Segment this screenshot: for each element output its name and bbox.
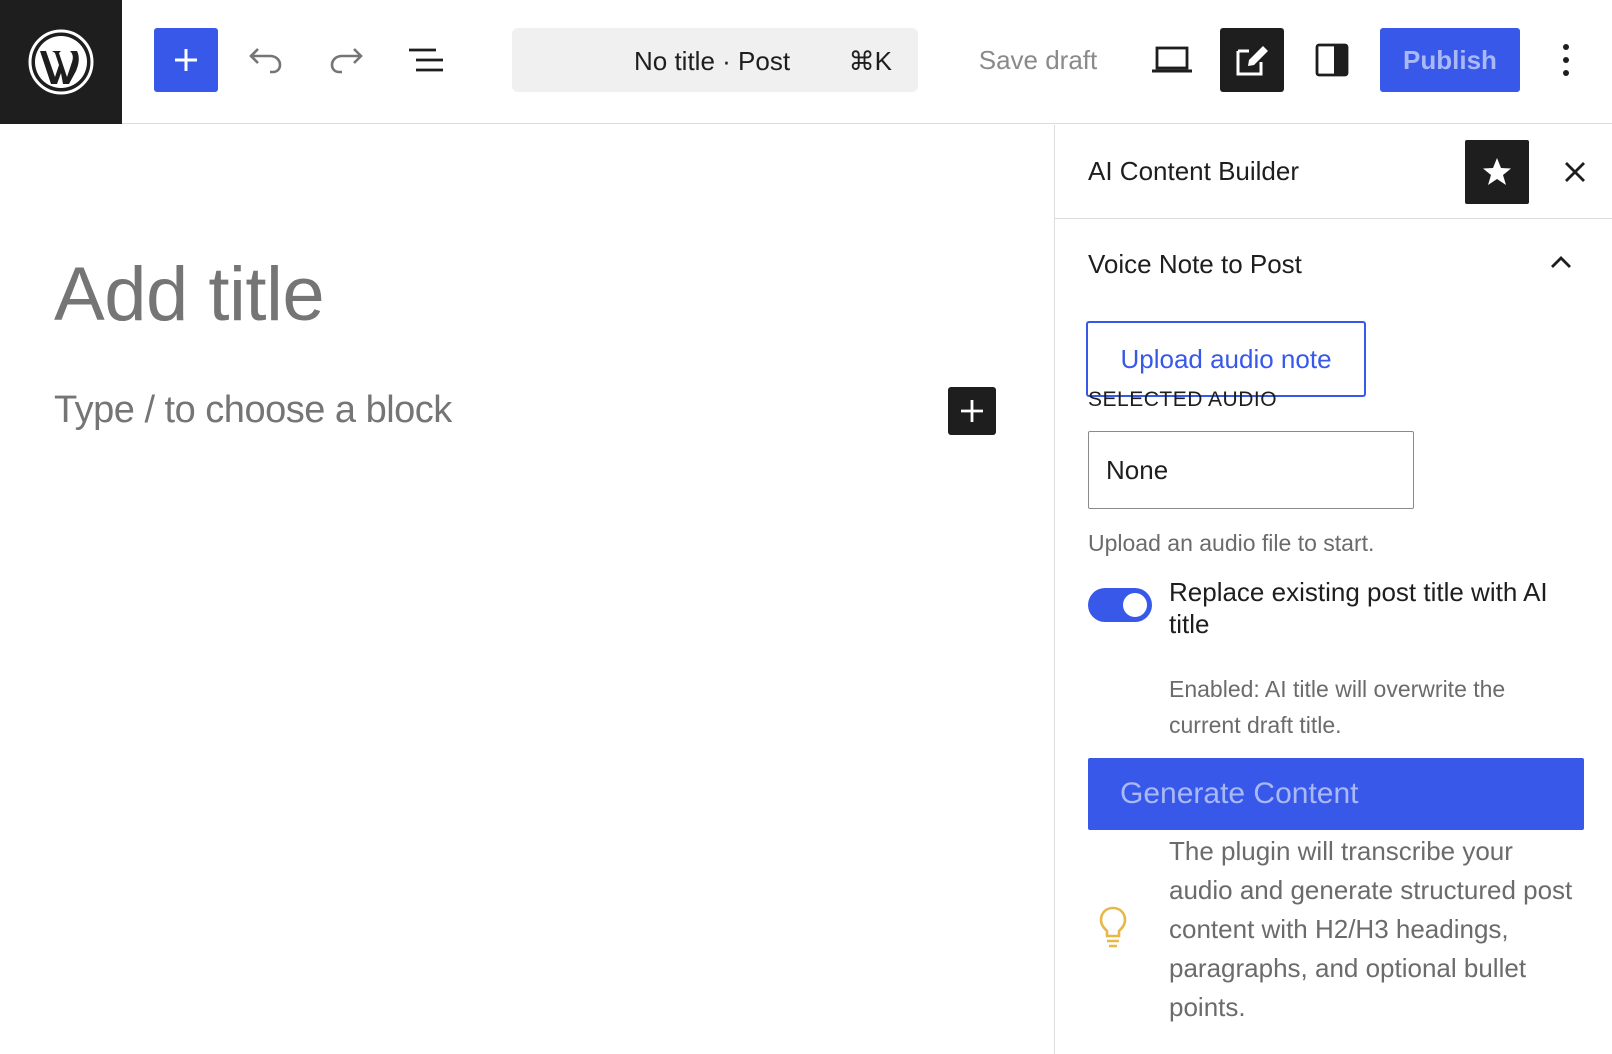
wordpress-logo-icon	[28, 29, 94, 95]
plugin-tip-text: The plugin will transcribe your audio an…	[1169, 836, 1573, 1022]
lightbulb-icon	[1099, 906, 1127, 948]
sidebar-title: AI Content Builder	[1088, 156, 1300, 186]
redo-button[interactable]	[314, 28, 378, 92]
toggle-knob	[1123, 593, 1147, 617]
generate-content-button[interactable]: Generate Content	[1088, 758, 1584, 830]
panel-title: Voice Note to Post	[1088, 249, 1302, 279]
edit-mode-button[interactable]	[1220, 28, 1284, 92]
kebab-menu-icon	[1563, 44, 1569, 76]
pin-sidebar-button[interactable]	[1465, 140, 1529, 204]
options-menu-button[interactable]	[1536, 28, 1596, 92]
star-icon	[1483, 158, 1511, 185]
replace-title-toggle[interactable]	[1088, 588, 1152, 622]
plugin-sidebar: AI Content Builder Voice Note to Post Up…	[1054, 125, 1612, 1054]
post-title-input[interactable]: Add title	[54, 251, 325, 338]
laptop-icon	[1152, 46, 1192, 73]
upload-help-text: Upload an audio file to start.	[1088, 530, 1375, 556]
editor-toolbar: No title · Post ⌘K Save draft Publish	[0, 0, 1612, 124]
wordpress-logo-button[interactable]	[0, 0, 122, 124]
edit-icon	[1236, 46, 1268, 76]
upload-audio-button[interactable]: Upload audio note	[1086, 321, 1366, 397]
preview-button[interactable]	[1140, 28, 1204, 92]
inline-block-inserter-button[interactable]	[948, 387, 996, 435]
editor-canvas: Add title Type / to choose a block	[0, 125, 1054, 1054]
chevron-up-icon	[1551, 256, 1571, 268]
plus-icon	[961, 400, 983, 422]
block-inserter-button[interactable]	[154, 28, 218, 92]
undo-button[interactable]	[234, 28, 298, 92]
plus-icon	[175, 49, 197, 71]
undo-icon	[249, 48, 282, 74]
block-appender[interactable]: Type / to choose a block	[54, 389, 452, 432]
command-palette-button[interactable]: No title · Post ⌘K	[512, 28, 918, 92]
settings-sidebar-toggle[interactable]	[1300, 28, 1364, 92]
replace-title-label: Replace existing post title with AI titl…	[1169, 577, 1548, 639]
sidebar-header: AI Content Builder	[1055, 125, 1612, 219]
save-draft-button[interactable]: Save draft	[960, 28, 1116, 92]
command-shortcut: ⌘K	[848, 46, 892, 76]
voice-note-panel-toggle[interactable]: Voice Note to Post	[1055, 219, 1612, 315]
close-sidebar-button[interactable]	[1543, 140, 1607, 204]
document-overview-button[interactable]	[394, 28, 458, 92]
selected-audio-field: None	[1088, 431, 1414, 509]
replace-title-help: Enabled: AI title will overwrite the cur…	[1169, 676, 1506, 738]
document-title-label: No title · Post	[634, 46, 791, 76]
sidebar-toggle-icon	[1315, 43, 1349, 77]
close-icon	[1565, 162, 1585, 182]
selected-audio-label: SELECTED AUDIO	[1088, 388, 1278, 411]
wp-editor: No title · Post ⌘K Save draft Publish Ad…	[0, 0, 1612, 1054]
publish-button[interactable]: Publish	[1380, 28, 1520, 92]
redo-icon	[330, 48, 363, 74]
list-view-icon	[409, 48, 443, 72]
